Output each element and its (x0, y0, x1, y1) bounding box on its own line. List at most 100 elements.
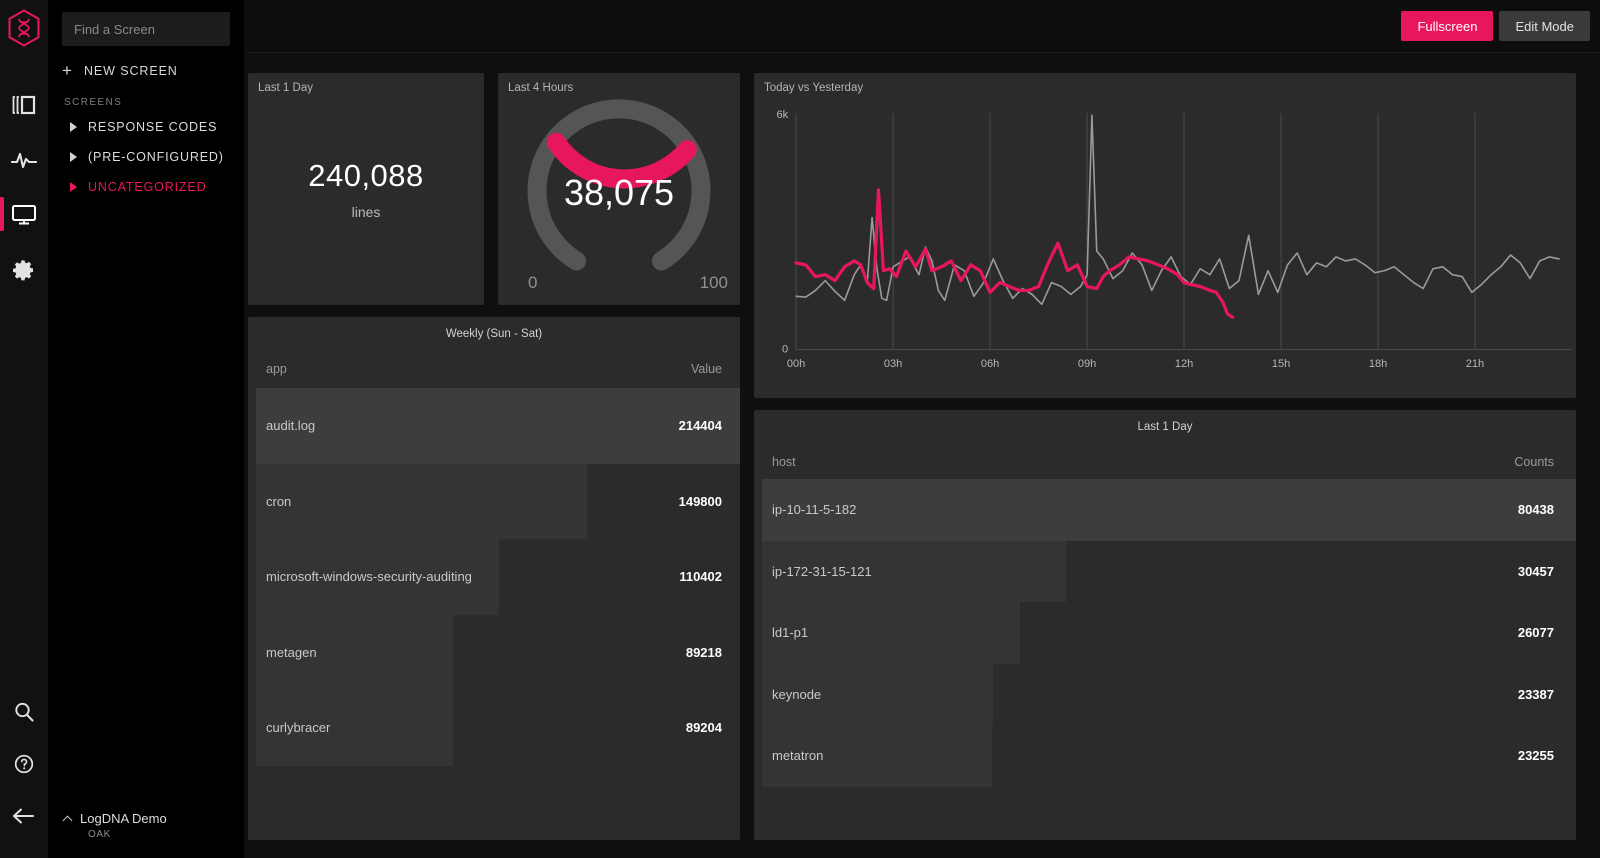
sidebar-item-pre-configured[interactable]: (PRE-CONFIGURED) (48, 142, 244, 172)
icon-rail (0, 0, 48, 858)
chevron-right-icon (70, 182, 77, 192)
gear-icon[interactable] (0, 242, 48, 297)
widget-line-count[interactable]: Last 1 Day 240,088 lines (248, 73, 484, 305)
row-value: 23255 (1517, 748, 1554, 764)
top-toolbar: Fullscreen Edit Mode (244, 0, 1600, 53)
row-key: curlybracer (266, 720, 331, 736)
row-key: ip-10-11-5-182 (772, 502, 857, 518)
row-key: cron (266, 493, 292, 509)
widget-title: Today vs Yesterday (764, 82, 864, 94)
dna-hexagon-logo[interactable] (5, 9, 43, 47)
line-chart-area: 6k 0 00h 03h 06h 09h 12h 15h 18h 21h (754, 95, 1576, 398)
chart-xtick: 12h (1175, 358, 1193, 370)
rail-bottom-group (0, 686, 48, 858)
main-area: Fullscreen Edit Mode Last 1 Day 240,088 … (244, 0, 1600, 858)
row-key: ld1-p1 (772, 625, 809, 641)
activity-pulse-icon[interactable] (0, 132, 48, 187)
table-row[interactable]: ld1-p1 26077 (754, 602, 1576, 664)
sidebar-item-label: RESPONSE CODES (88, 120, 218, 134)
table-row[interactable]: metagen 89218 (248, 614, 740, 690)
column-header-key: host (772, 455, 796, 469)
row-value: 110402 (679, 569, 722, 585)
hosts-table-header: host Counts (754, 433, 1576, 479)
chart-ytick-min: 0 (782, 344, 788, 356)
row-value: 80438 (1517, 502, 1554, 518)
chart-xtick: 03h (884, 358, 902, 370)
search-input[interactable] (62, 12, 230, 46)
chart-xtick: 21h (1466, 358, 1484, 370)
rail-icon-group (0, 77, 48, 297)
app-root: + NEW SCREEN SCREENS RESPONSE CODES (PRE… (0, 0, 1600, 858)
chart-xtick: 09h (1078, 358, 1096, 370)
hosts-table-rows: ip-10-11-5-182 80438 ip-172-31-15-121 30457… (754, 479, 1576, 840)
right-column: Today vs Yesterday 6k 0 00h 03h 06h 09h 12h 15h… (754, 73, 1576, 840)
column-header-key: app (266, 362, 287, 376)
collapse-arrow-left-icon[interactable] (0, 790, 48, 842)
row-value: 23387 (1517, 686, 1554, 702)
widget-title: Last 1 Day (258, 82, 313, 94)
screen-monitor-icon[interactable] (0, 187, 48, 242)
table-row[interactable]: curlybracer 89204 (248, 690, 740, 766)
chevron-right-icon (70, 152, 77, 162)
widget-title: Last 1 Day (1137, 421, 1193, 433)
row-bar (762, 479, 1576, 541)
widget-apps-table[interactable]: Weekly (Sun - Sat) app Value audit.log 21… (248, 317, 740, 840)
row-value: 26077 (1517, 625, 1554, 641)
new-screen-button[interactable]: + NEW SCREEN (48, 46, 244, 87)
table-row[interactable]: cron 149800 (248, 463, 740, 539)
widget-gauge[interactable]: Last 4 Hours 38,075 0 100 (498, 73, 740, 305)
chevron-up-icon (64, 814, 73, 823)
row-value: 89204 (685, 720, 722, 736)
help-circle-icon[interactable] (0, 738, 48, 790)
chart-xtick: 00h (787, 358, 805, 370)
org-switcher[interactable]: LogDNA Demo (64, 811, 230, 826)
left-column: Last 1 Day 240,088 lines Last 4 Hours 38… (248, 73, 740, 840)
sidebar-item-label: (PRE-CONFIGURED) (88, 150, 224, 164)
screen-search-wrap (48, 0, 244, 46)
chart-xtick: 18h (1369, 358, 1387, 370)
gauge-body: 38,075 0 100 (498, 73, 740, 305)
edit-mode-button[interactable]: Edit Mode (1499, 11, 1590, 41)
widget-hosts-table[interactable]: Last 1 Day host Counts ip-10-11-5-182 804… (754, 410, 1576, 840)
row-value: 89218 (685, 644, 722, 660)
count-unit: lines (351, 204, 381, 220)
row-key: metagen (266, 644, 317, 660)
sidebar: + NEW SCREEN SCREENS RESPONSE CODES (PRE… (48, 0, 244, 858)
sidebar-item-uncategorized[interactable]: UNCATEGORIZED (48, 172, 244, 202)
table-row[interactable]: audit.log 214404 (248, 388, 740, 464)
column-header-value: Value (690, 362, 722, 376)
row-key: audit.log (266, 418, 316, 434)
row-value: 30457 (1517, 563, 1554, 579)
apps-table-header: app Value (248, 340, 740, 388)
table-row[interactable]: metatron 23255 (754, 725, 1576, 787)
table-row[interactable]: keynode 23387 (754, 663, 1576, 725)
row-value: 149800 (678, 493, 722, 509)
count-value: 240,088 (308, 158, 424, 193)
table-row[interactable]: ip-10-11-5-182 80438 (754, 479, 1576, 541)
plus-icon: + (62, 61, 72, 80)
chevron-right-icon (70, 122, 77, 132)
count-body: 240,088 lines (248, 73, 484, 305)
column-header-value: Counts (1514, 455, 1554, 469)
sidebar-item-response-codes[interactable]: RESPONSE CODES (48, 112, 244, 142)
fullscreen-button[interactable]: Fullscreen (1401, 11, 1494, 41)
table-row[interactable]: ip-172-31-15-121 30457 (754, 540, 1576, 602)
gauge-min-label: 0 (528, 273, 538, 292)
org-footer: LogDNA Demo OAK (48, 811, 244, 840)
search-icon[interactable] (0, 686, 48, 738)
row-bar (256, 463, 588, 539)
widget-title: Weekly (Sun - Sat) (445, 328, 543, 340)
row-key: metatron (772, 748, 824, 764)
dashboard-board: Last 1 Day 240,088 lines Last 4 Hours 38… (244, 53, 1600, 858)
new-screen-label: NEW SCREEN (84, 63, 178, 78)
row-key: microsoft-windows-security-auditing (266, 569, 472, 585)
widget-today-vs-yesterday[interactable]: Today vs Yesterday 6k 0 00h 03h 06h 09h 12h 15h… (754, 73, 1576, 398)
chart-xtick: 15h (1272, 358, 1290, 370)
apps-table-rows: audit.log 214404 cron 149800 microsoft-windo… (248, 388, 740, 840)
row-bar (256, 388, 740, 464)
chart-xtick: 06h (981, 358, 999, 370)
sidebar-item-label: UNCATEGORIZED (88, 180, 207, 194)
org-region: OAK (88, 829, 111, 840)
table-row[interactable]: microsoft-windows-security-auditing 11040… (248, 539, 740, 615)
logs-view-icon[interactable] (0, 77, 48, 132)
